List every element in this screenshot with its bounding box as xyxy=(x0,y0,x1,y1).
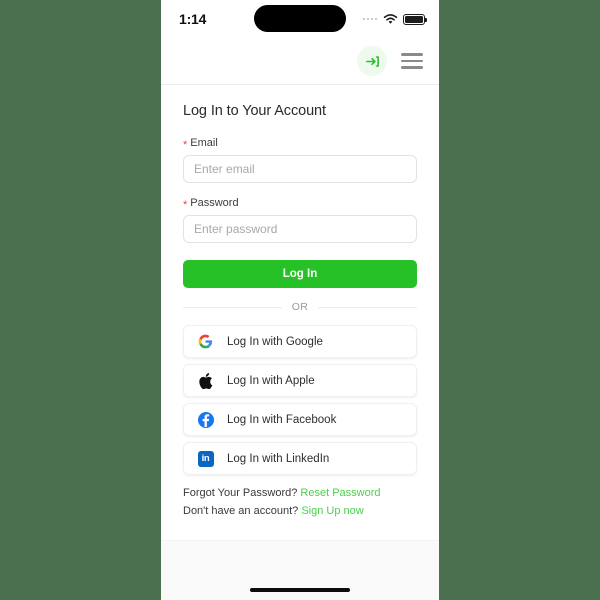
wifi-icon xyxy=(383,13,398,24)
email-label-text: Email xyxy=(190,137,218,149)
home-indicator[interactable] xyxy=(250,588,350,592)
signup-row: Don't have an account? Sign Up now xyxy=(183,505,417,517)
status-bar-indicators xyxy=(362,13,427,25)
divider-line-left xyxy=(183,306,282,308)
signup-text: Don't have an account? xyxy=(183,505,299,517)
password-label-text: Password xyxy=(190,197,239,209)
signal-dots-icon xyxy=(362,17,377,21)
battery-full-icon xyxy=(403,13,427,25)
forgot-password-row: Forgot Your Password? Reset Password xyxy=(183,487,417,499)
status-bar: 1:14 xyxy=(161,0,439,38)
login-arrow-icon[interactable] xyxy=(357,46,387,76)
phone-frame: 1:14 Log In to Your Account * Email Ente… xyxy=(161,0,439,600)
required-asterisk-email: * xyxy=(183,139,188,151)
sign-up-link[interactable]: Sign Up now xyxy=(301,505,363,517)
password-field-group: * Password xyxy=(183,197,417,243)
divider-line-right xyxy=(318,306,417,308)
required-asterisk-password: * xyxy=(183,199,188,211)
social-button-label: Log In with Facebook xyxy=(227,413,337,426)
app-header xyxy=(161,38,439,85)
hamburger-menu-icon[interactable] xyxy=(401,50,423,72)
login-with-facebook-button[interactable]: Log In with Facebook xyxy=(183,403,417,436)
password-label: * Password xyxy=(183,197,417,211)
linkedin-icon: in xyxy=(197,450,214,467)
divider-label: OR xyxy=(291,301,309,313)
forgot-password-text: Forgot Your Password? xyxy=(183,487,298,499)
apple-icon xyxy=(197,372,214,389)
or-divider: OR xyxy=(183,301,417,313)
bottom-pane xyxy=(161,540,439,600)
login-with-apple-button[interactable]: Log In with Apple xyxy=(183,364,417,397)
dynamic-island xyxy=(254,5,346,32)
facebook-icon xyxy=(197,411,214,428)
page-title: Log In to Your Account xyxy=(183,103,326,119)
email-field-group: * Email xyxy=(183,137,417,183)
email-input[interactable] xyxy=(183,155,417,183)
email-label: * Email xyxy=(183,137,417,151)
reset-password-link[interactable]: Reset Password xyxy=(300,487,380,499)
login-with-google-button[interactable]: Log In with Google xyxy=(183,325,417,358)
status-bar-time: 1:14 xyxy=(179,11,207,27)
social-button-label: Log In with LinkedIn xyxy=(227,452,330,465)
google-icon xyxy=(197,333,214,350)
login-form-container: Log In to Your Account * Email * Passwor… xyxy=(161,85,439,540)
footer-links: Forgot Your Password? Reset Password Don… xyxy=(183,487,417,517)
password-input[interactable] xyxy=(183,215,417,243)
social-button-label: Log In with Google xyxy=(227,335,323,348)
login-button[interactable]: Log In xyxy=(183,260,417,288)
social-button-label: Log In with Apple xyxy=(227,374,315,387)
login-with-linkedin-button[interactable]: in Log In with LinkedIn xyxy=(183,442,417,475)
